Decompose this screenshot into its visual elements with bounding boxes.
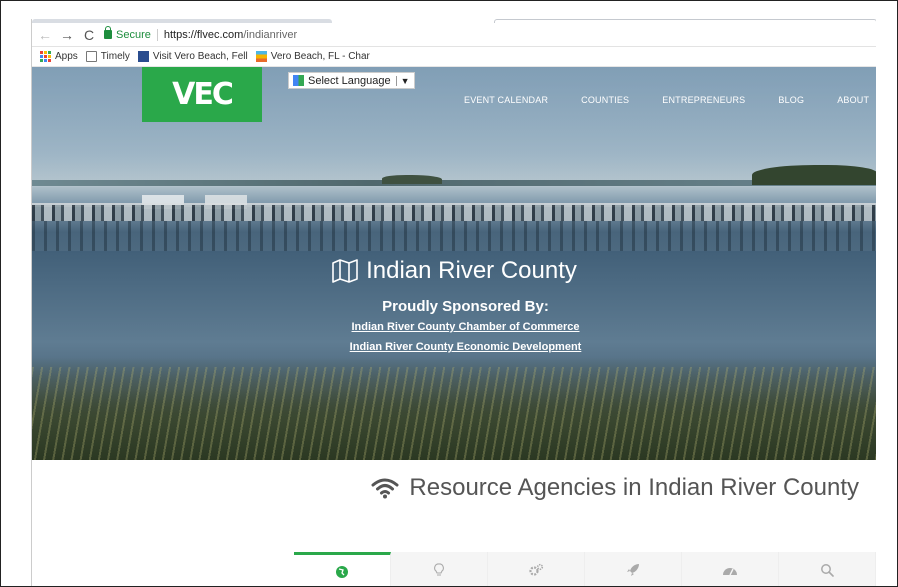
gears-icon [529, 563, 544, 576]
nav-blog[interactable]: BLOG [778, 95, 804, 105]
nav-event-calendar[interactable]: EVENT CALENDAR [464, 95, 548, 105]
search-icon [821, 564, 834, 577]
resources-heading: Resource Agencies in Indian River County [32, 474, 876, 502]
tab-dashboard[interactable] [682, 552, 779, 586]
language-selector[interactable]: Select Language ▼ [288, 72, 415, 89]
horizon [32, 180, 876, 186]
url-host: https://flvec.com [163, 28, 244, 41]
tab-search[interactable] [779, 552, 876, 586]
wifi-icon [371, 478, 399, 499]
reload-icon[interactable]: C [80, 26, 98, 44]
dock-reflection [32, 221, 876, 251]
url-path: /indianriver [243, 28, 298, 41]
nav-entrepreneurs[interactable]: ENTREPRENEURS [662, 95, 745, 105]
dock [32, 205, 876, 221]
globe-icon [336, 565, 348, 578]
google-translate-icon [293, 75, 304, 86]
weather-icon [255, 51, 267, 62]
tab-ideas[interactable] [391, 552, 488, 586]
resource-tabs [294, 552, 876, 586]
bookmark-label: Visit Vero Beach, Fell [152, 51, 248, 62]
apps-grid-icon [40, 51, 51, 62]
bookmark-vero-beach-weather[interactable]: Vero Beach, FL - Char [255, 51, 370, 62]
screenshot-frame: ← → C Secure https://flvec.com/indianriv… [0, 0, 898, 587]
bookmark-label: Timely [100, 51, 130, 62]
tab-globe[interactable] [294, 552, 391, 586]
bookmark-timely[interactable]: Timely [85, 51, 130, 62]
chevron-down-icon: ▼ [395, 75, 410, 86]
document-icon [85, 51, 97, 62]
calendar-icon [137, 51, 149, 62]
back-icon[interactable]: ← [36, 26, 54, 44]
sponsor-link-economic-development[interactable]: Indian River County Economic Development [32, 341, 876, 353]
language-selector-label: Select Language [308, 74, 391, 87]
tab-launch[interactable] [585, 552, 682, 586]
browser-window: ← → C Secure https://flvec.com/indianriv… [31, 19, 876, 586]
bookmark-visit-vero-beach[interactable]: Visit Vero Beach, Fell [137, 51, 248, 62]
forward-icon[interactable]: → [58, 26, 76, 44]
bookmark-apps[interactable]: Apps [40, 51, 78, 62]
site-logo[interactable]: VEC [142, 67, 262, 122]
url-bar[interactable]: Secure https://flvec.com/indianriver [104, 26, 297, 44]
map-icon [332, 259, 358, 283]
tab-gears[interactable] [488, 552, 585, 586]
resources-title: Resource Agencies in Indian River County [409, 474, 859, 501]
bookmark-label: Vero Beach, FL - Char [270, 51, 370, 62]
logo-text: VEC [172, 77, 234, 112]
hero-title: Indian River County [32, 257, 876, 285]
lock-icon [104, 26, 112, 39]
shore-trees [752, 165, 876, 185]
nav-counties[interactable]: COUNTIES [581, 95, 629, 105]
rocket-icon [627, 564, 639, 576]
lightbulb-icon [434, 563, 444, 576]
bookmarks-bar: Apps Timely Visit Vero Beach, Fell Vero … [32, 47, 876, 67]
sponsor-heading: Proudly Sponsored By: [382, 298, 549, 315]
divider [156, 28, 158, 41]
nav-about[interactable]: ABOUT [837, 95, 869, 105]
island-trees [382, 175, 442, 184]
county-name: Indian River County [366, 257, 577, 284]
address-bar-row: ← → C Secure https://flvec.com/indianriv… [32, 23, 876, 47]
dashboard-icon [723, 568, 737, 576]
site-nav: EVENT CALENDAR COUNTIES ENTREPRENEURS BL… [464, 95, 876, 105]
sponsor-link-chamber[interactable]: Indian River County Chamber of Commerce [32, 321, 876, 333]
secure-label: Secure [116, 28, 151, 41]
bookmark-label: Apps [55, 51, 78, 62]
grass-blades [32, 367, 876, 460]
